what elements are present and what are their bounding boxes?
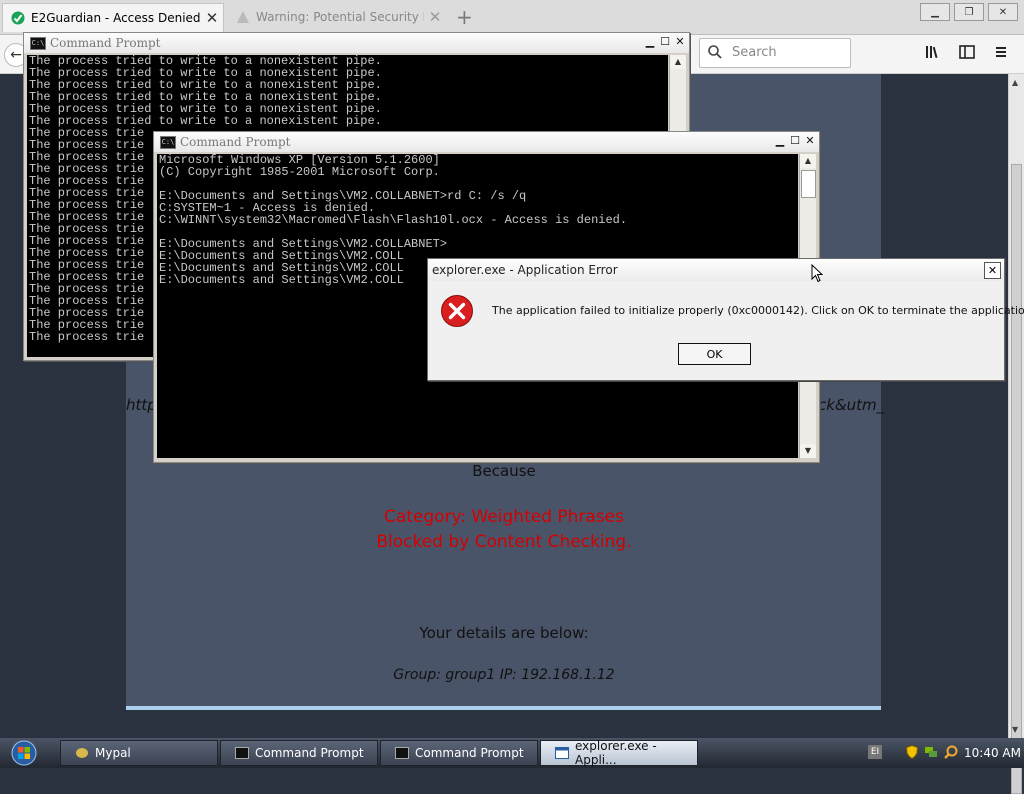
details-heading: Your details are below: [419, 624, 589, 642]
close-tab-icon[interactable]: ✕ [201, 9, 223, 27]
system-tray: EI 10:40 AM [860, 740, 1024, 766]
window-icon [555, 747, 569, 759]
search-icon[interactable] [944, 745, 958, 762]
browser-tab-bar: E2Guardian - Access Denied ✕ Warning: Po… [0, 0, 1024, 35]
taskbar-item-cmd2[interactable]: Command Prompt [380, 740, 538, 766]
cmd2-titlebar[interactable]: C:\ Command Prompt ▁ ☐ ✕ [154, 132, 819, 152]
dialog-titlebar[interactable]: explorer.exe - Application Error ✕ [428, 259, 1004, 281]
application-error-dialog[interactable]: explorer.exe - Application Error ✕ The a… [427, 258, 1024, 381]
maximize-button[interactable]: ☐ [658, 35, 672, 49]
error-icon [440, 294, 474, 332]
block-category: Category: Weighted Phrases [383, 507, 625, 527]
taskbar-item-label: explorer.exe - Appli... [575, 739, 657, 767]
menu-icon[interactable] [993, 44, 1009, 64]
restore-window-button[interactable]: ❐ [954, 3, 984, 21]
minimize-button[interactable]: ▁ [773, 134, 787, 148]
mypal-icon [75, 747, 89, 759]
mouse-cursor-icon [811, 263, 824, 287]
clock[interactable]: 10:40 AM [964, 746, 1021, 760]
cmd2-scroll-thumb[interactable] [801, 170, 816, 198]
toolbar-icons [925, 44, 1009, 64]
ok-button[interactable]: OK [678, 343, 751, 365]
page-scrollbar[interactable]: ▲ ▼ [1008, 74, 1024, 794]
scroll-down-arrow[interactable]: ▼ [800, 444, 816, 458]
shield-icon[interactable] [905, 744, 919, 762]
maximize-button[interactable]: ☐ [788, 134, 802, 148]
taskbar-item-explorer-error[interactable]: explorer.exe - Appli... [540, 739, 698, 767]
search-input[interactable]: Search [699, 38, 851, 68]
taskbar-item-mypal[interactable]: Mypal [60, 740, 218, 766]
e2guardian-favicon [11, 11, 25, 25]
search-icon [708, 45, 722, 63]
tab-security-warning[interactable]: Warning: Potential Security Ri ✕ [228, 3, 446, 31]
minimize-window-button[interactable]: ▁ [920, 3, 950, 21]
cmd-icon: C:\ [160, 136, 176, 149]
tab-title: E2Guardian - Access Denied [31, 11, 201, 25]
close-button[interactable]: ✕ [673, 35, 687, 49]
error-message: The application failed to initialize pro… [492, 304, 1024, 317]
windows-start-icon[interactable] [6, 740, 42, 766]
network-icon[interactable] [924, 745, 938, 762]
taskbar-item-label: Command Prompt [255, 746, 364, 760]
minimize-button[interactable]: ▁ [643, 35, 657, 49]
group-ip-line: Group: group1 IP: 192.168.1.12 [393, 667, 615, 683]
panel-underline [126, 706, 881, 710]
cmd-icon [235, 747, 249, 759]
close-tab-icon[interactable]: ✕ [424, 8, 446, 26]
new-tab-icon[interactable]: + [456, 5, 473, 29]
taskbar: Mypal Command Prompt Command Prompt expl… [0, 738, 1024, 768]
tab-e2guardian[interactable]: E2Guardian - Access Denied ✕ [2, 3, 224, 32]
scroll-up-arrow[interactable]: ▲ [670, 55, 686, 69]
scroll-up-arrow[interactable]: ▲ [800, 154, 816, 168]
page-scroll-thumb[interactable] [1011, 164, 1022, 794]
close-button[interactable]: ✕ [803, 134, 817, 148]
sidebar-icon[interactable] [959, 44, 975, 64]
taskbar-item-label: Mypal [95, 746, 131, 760]
close-window-button[interactable]: ✕ [988, 3, 1018, 21]
cmd-icon: C:\ [30, 37, 46, 50]
tab-title: Warning: Potential Security Ri [256, 10, 424, 24]
dialog-close-button[interactable]: ✕ [984, 262, 1001, 279]
dialog-title: explorer.exe - Application Error [432, 263, 618, 277]
blocked-url-fragment-end[interactable]: ck&utm_ [818, 396, 884, 414]
language-indicator[interactable]: EI [868, 745, 882, 759]
cmd1-title: Command Prompt [50, 36, 161, 50]
cmd1-titlebar[interactable]: C:\ Command Prompt ▁ ☐ ✕ [24, 33, 689, 53]
cmd-icon [395, 747, 409, 759]
because-heading: Because [472, 462, 536, 480]
block-reason: Blocked by Content Checking. [376, 532, 632, 552]
taskbar-item-label: Command Prompt [415, 746, 524, 760]
cmd2-title: Command Prompt [180, 135, 291, 149]
library-icon[interactable] [925, 44, 941, 64]
window-controls: ▁ ❐ ✕ [920, 3, 1018, 21]
search-placeholder: Search [732, 45, 777, 60]
warning-icon [236, 10, 250, 24]
taskbar-item-cmd1[interactable]: Command Prompt [220, 740, 378, 766]
